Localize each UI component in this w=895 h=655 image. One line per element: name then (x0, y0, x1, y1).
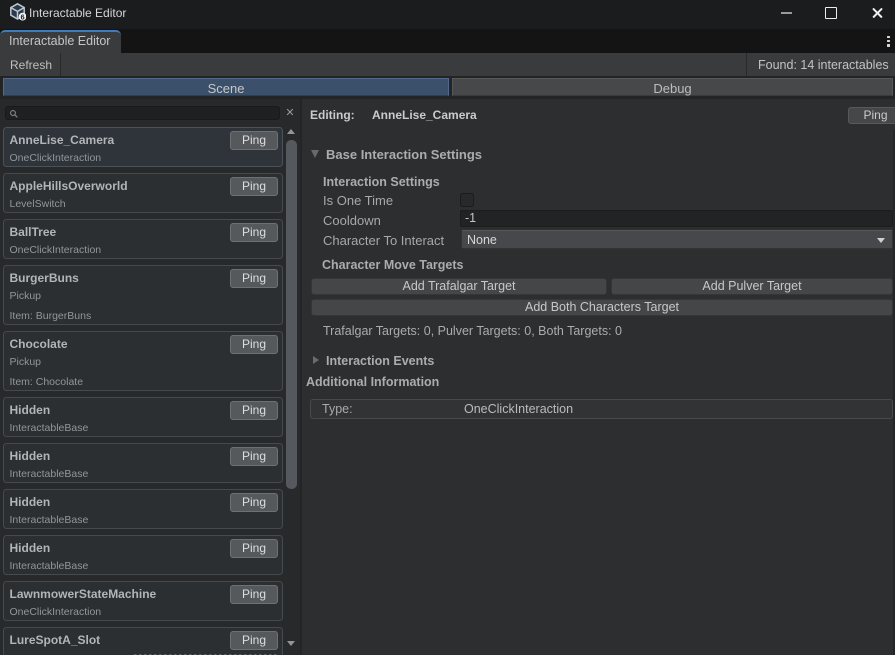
svg-text:6: 6 (21, 12, 25, 21)
